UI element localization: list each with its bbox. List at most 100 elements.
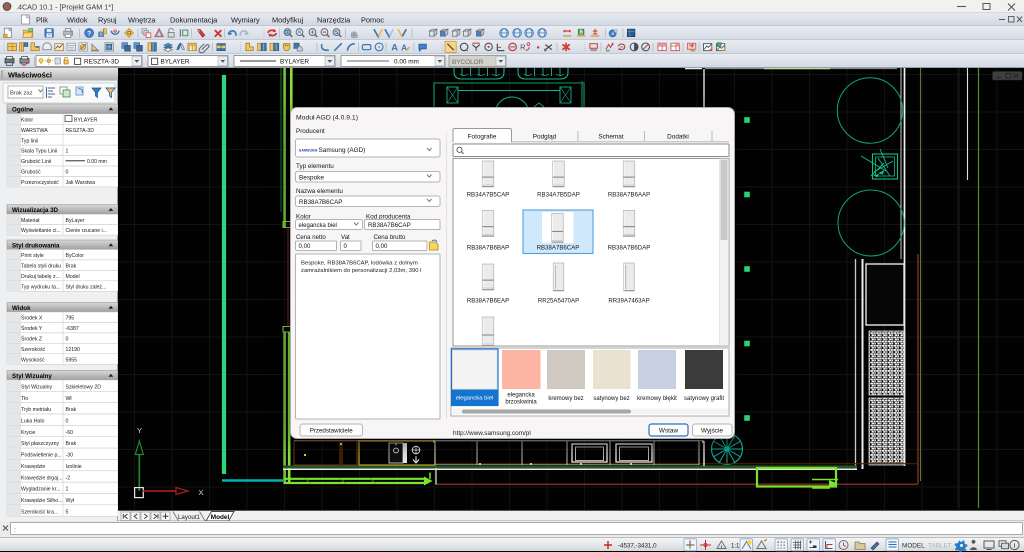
svg-text:Tło: Tło (21, 396, 28, 402)
svg-text:Plik: Plik (36, 16, 48, 25)
svg-text:Właściwości: Właściwości (8, 70, 52, 79)
svg-text:Styl druku zależ...: Styl druku zależ... (66, 284, 107, 290)
svg-text:BYLAYER: BYLAYER (280, 59, 309, 66)
svg-text:Cienie rzucane i...: Cienie rzucane i... (66, 228, 108, 234)
svg-text:i: i (1014, 543, 1016, 550)
svg-text:BYCOLOR: BYCOLOR (452, 59, 484, 66)
svg-text:Wyjście: Wyjście (701, 427, 723, 434)
svg-text:RB34A7B5DAP: RB34A7B5DAP (537, 192, 580, 199)
svg-text:Brak zaz: Brak zaz (10, 91, 33, 97)
svg-text:Dodatki: Dodatki (667, 133, 689, 140)
svg-text:.4CAD 10.1 - [Projekt GAM 1*]: .4CAD 10.1 - [Projekt GAM 1*] (16, 3, 113, 12)
svg-text:Print style: Print style (21, 253, 44, 259)
svg-text:Szkieletowy 2D: Szkieletowy 2D (66, 384, 102, 390)
svg-text:Krawędzie Silho...: Krawędzie Silho... (21, 498, 63, 504)
svg-text:RR39A7463AP: RR39A7463AP (608, 298, 649, 305)
svg-text:Podświetlenie p...: Podświetlenie p... (21, 453, 62, 459)
svg-text:Cena brutto: Cena brutto (374, 234, 406, 241)
svg-text:Bespoke: Bespoke (299, 175, 324, 182)
svg-text:Wysokość: Wysokość (21, 357, 45, 363)
svg-text:R: R (520, 43, 526, 52)
svg-text::: : (14, 527, 16, 534)
svg-text:5955: 5955 (66, 357, 78, 363)
svg-text:RESZTA-3D: RESZTA-3D (84, 59, 119, 66)
svg-text:Model: Model (66, 274, 80, 280)
svg-text:RB38A7B6BAP: RB38A7B6BAP (467, 245, 509, 252)
svg-text:Rysuj: Rysuj (98, 16, 117, 25)
svg-text:SAMSUNG: SAMSUNG (299, 149, 318, 153)
svg-text:0: 0 (66, 170, 69, 176)
svg-text:Bespoke, RB38A7B6CAP, lodówka: Bespoke, RB38A7B6CAP, lodówka z dolnym (301, 261, 418, 267)
svg-text:1:1: 1:1 (731, 544, 740, 550)
svg-text:-6387: -6387 (66, 326, 79, 332)
svg-text:kremowy bez: kremowy bez (548, 396, 583, 402)
svg-text:Środek X: Środek X (21, 314, 43, 322)
svg-text:a: a (611, 31, 614, 36)
svg-text:satynowy bez: satynowy bez (593, 396, 629, 402)
svg-text:Producent: Producent (296, 128, 325, 135)
svg-text:A: A (391, 43, 398, 53)
svg-text:ByColor: ByColor (66, 253, 85, 259)
svg-text:Cena netto: Cena netto (296, 234, 326, 241)
svg-text:0.00 mm: 0.00 mm (394, 59, 419, 66)
svg-text:0,00: 0,00 (299, 243, 311, 250)
svg-text:RB38A7B6AAP: RB38A7B6AAP (608, 192, 650, 199)
svg-text:Ogólne: Ogólne (12, 106, 34, 113)
svg-text:Szerokość kra...: Szerokość kra... (21, 509, 58, 515)
svg-text:Typ wydruku ta...: Typ wydruku ta... (21, 284, 60, 290)
svg-text:Styl Wizualny: Styl Wizualny (12, 373, 52, 380)
svg-text:Brak: Brak (66, 407, 77, 413)
svg-text:WARSTWA: WARSTWA (21, 128, 48, 134)
svg-text:Wizualizacja 3D: Wizualizacja 3D (12, 207, 59, 214)
svg-text:0: 0 (66, 419, 69, 425)
svg-text:RB38A7B6CAP: RB38A7B6CAP (299, 199, 342, 206)
svg-text:Luka Halo: Luka Halo (21, 419, 44, 425)
svg-text:RR25A5470AP: RR25A5470AP (538, 298, 579, 305)
svg-text:Przezroczystość: Przezroczystość (21, 180, 59, 186)
svg-text:S: S (579, 29, 583, 35)
svg-text:795: 795 (66, 316, 75, 322)
svg-text:Widok: Widok (67, 16, 88, 25)
svg-text:kremowy błękit: kremowy błękit (637, 396, 677, 402)
svg-text:Wył: Wył (66, 498, 75, 504)
svg-text:0,00: 0,00 (376, 243, 388, 250)
svg-text:Samsung (AGD): Samsung (AGD) (319, 147, 366, 154)
svg-text:X: X (198, 488, 203, 497)
svg-text:Krawędzie drgaj...: Krawędzie drgaj... (21, 475, 63, 481)
svg-text:RB38A7B6EAP: RB38A7B6EAP (467, 298, 509, 305)
svg-text:RB38A7B6CAP: RB38A7B6CAP (368, 222, 411, 229)
svg-text:Typ linii: Typ linii (21, 138, 38, 144)
svg-text:BYLAYER: BYLAYER (74, 117, 98, 123)
svg-text:Izolinie: Izolinie (66, 464, 82, 470)
svg-text:Krawędzie: Krawędzie (21, 464, 45, 470)
svg-text:MODEL: MODEL (902, 543, 925, 550)
svg-text:ByLayer: ByLayer (66, 218, 85, 224)
svg-text:Layout1: Layout1 (178, 514, 201, 521)
svg-text:Skala Typu Linii: Skala Typu Linii (21, 149, 57, 155)
svg-text:Grubość Linii: Grubość Linii (21, 159, 51, 165)
svg-text:Brak: Brak (66, 441, 77, 447)
svg-text:0: 0 (66, 336, 69, 342)
svg-text:5: 5 (66, 509, 69, 515)
svg-text:Brak: Brak (66, 264, 77, 270)
svg-text:-60: -60 (66, 430, 74, 436)
svg-text:satynowy grafit: satynowy grafit (684, 396, 724, 402)
svg-text:http://www.samsung.com/pl: http://www.samsung.com/pl (453, 430, 531, 437)
svg-text:Materiał: Materiał (21, 218, 40, 224)
svg-text:zamrażalnikiem do personalizac: zamrażalnikiem do personalizacji 2,03m, … (301, 268, 422, 274)
svg-text:Styl Wizualny: Styl Wizualny (21, 384, 53, 390)
svg-text:A: A (401, 43, 407, 53)
svg-text:12190: 12190 (66, 347, 81, 353)
svg-text:Kolor: Kolor (21, 117, 33, 123)
svg-text:Vat: Vat (341, 234, 350, 241)
svg-text:?: ? (87, 30, 91, 37)
svg-text:-4537,-3431,0: -4537,-3431,0 (618, 543, 657, 550)
svg-text:Narzędzia: Narzędzia (317, 16, 351, 25)
svg-text:Jak Warstwa: Jak Warstwa (66, 180, 96, 186)
svg-text:Wyświetlanie ci...: Wyświetlanie ci... (21, 228, 61, 234)
svg-text:BYLAYER: BYLAYER (161, 59, 190, 66)
svg-text:Wstaw: Wstaw (659, 427, 679, 434)
svg-text:Krycie: Krycie (21, 430, 36, 436)
svg-text:TABLET: TABLET (928, 543, 952, 550)
svg-text:Fotografie: Fotografie (468, 133, 497, 140)
